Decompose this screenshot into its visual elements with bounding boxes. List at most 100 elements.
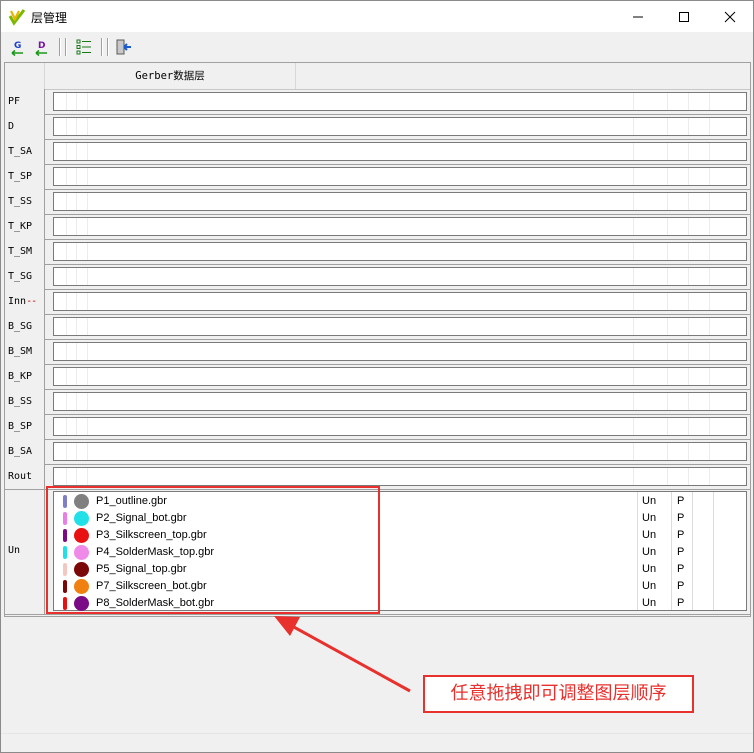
cell-divider	[76, 168, 77, 185]
minimize-icon	[633, 16, 643, 17]
layer-drop-cell[interactable]	[53, 442, 747, 461]
gerber-file-item[interactable]: P4_SolderMask_top.gbr Un P	[54, 544, 746, 561]
gerber-file-item[interactable]: P5_Signal_top.gbr Un P	[54, 561, 746, 578]
cell-divider	[76, 368, 77, 385]
layer-color-bar	[63, 597, 67, 610]
layer-row-label: D	[5, 114, 45, 139]
layer-drop-cell[interactable]	[53, 467, 747, 486]
cell-divider	[667, 443, 668, 460]
layer-row-label: T_SM	[5, 239, 45, 264]
cell-divider	[709, 368, 710, 385]
layer-name: B_KP	[8, 371, 33, 382]
cell-divider	[709, 118, 710, 135]
layer-row-label: B_SM	[5, 339, 45, 364]
layer-row-label: PF	[5, 89, 45, 114]
layer-drop-cell[interactable]	[53, 392, 747, 411]
cell-divider	[633, 93, 634, 110]
cell-divider	[667, 118, 668, 135]
grid-header: Gerber数据层	[5, 63, 750, 90]
cell-divider	[66, 168, 67, 185]
gerber-file-item[interactable]: P3_Silkscreen_top.gbr Un P	[54, 527, 746, 544]
cell-divider	[76, 468, 77, 485]
layer-row-label: Inn--	[5, 289, 45, 314]
header-corner	[5, 63, 45, 89]
layer-name: PF	[8, 96, 21, 107]
layer-name: T_KP	[8, 221, 33, 232]
cell-divider	[633, 118, 634, 135]
layer-drop-cell[interactable]	[53, 292, 747, 311]
cell-divider	[633, 343, 634, 360]
cell-divider	[66, 443, 67, 460]
cell-divider	[688, 443, 689, 460]
cell-divider	[66, 193, 67, 210]
layer-drop-cell[interactable]	[53, 192, 747, 211]
layer-row: T_KP	[5, 214, 750, 240]
layer-row-label: B_SA	[5, 439, 45, 464]
cell-divider	[709, 318, 710, 335]
file-flag: P	[677, 597, 685, 609]
g-layer-button[interactable]: G	[7, 36, 29, 58]
layer-drop-cell[interactable]	[53, 417, 747, 436]
layer-list-button[interactable]	[73, 36, 95, 58]
exit-button[interactable]	[113, 36, 135, 58]
cell-divider	[667, 318, 668, 335]
cell-divider	[667, 218, 668, 235]
layer-row: PF	[5, 89, 750, 115]
layer-name: B_SS	[8, 396, 33, 407]
layer-name: D	[8, 121, 15, 132]
layer-drop-cell[interactable]	[53, 92, 747, 111]
cell-divider	[688, 268, 689, 285]
layer-drop-cell[interactable]	[53, 317, 747, 336]
file-flag: P	[677, 563, 685, 575]
layer-drop-cell[interactable]	[53, 117, 747, 136]
svg-text:D: D	[38, 41, 45, 51]
layer-row: B_SG	[5, 314, 750, 340]
toolbar-separator	[107, 38, 109, 56]
cell-divider	[667, 268, 668, 285]
gerber-file-item[interactable]: P2_Signal_bot.gbr Un P	[54, 510, 746, 527]
layer-color-dot	[74, 528, 89, 543]
d-layer-button[interactable]: D	[31, 36, 53, 58]
cell-divider	[633, 168, 634, 185]
minimize-button[interactable]	[615, 1, 661, 32]
cell-divider	[87, 118, 88, 135]
cell-divider	[709, 268, 710, 285]
cell-divider	[87, 93, 88, 110]
layer-drop-cell[interactable]	[53, 267, 747, 286]
d-layer-icon: D	[35, 41, 47, 56]
cell-divider	[688, 118, 689, 135]
close-button[interactable]	[707, 1, 753, 32]
annotation-callout: 任意拖拽即可调整图层顺序	[423, 675, 694, 713]
title-bar[interactable]: 层管理	[1, 1, 753, 32]
layer-drop-cell[interactable]	[53, 342, 747, 361]
layer-drop-cell[interactable]	[53, 167, 747, 186]
gerber-file-item[interactable]: P7_Silkscreen_bot.gbr Un P	[54, 578, 746, 595]
layer-name: Rout	[8, 471, 33, 482]
gerber-column-header[interactable]: Gerber数据层	[45, 63, 296, 89]
cell-divider	[667, 468, 668, 485]
cell-divider	[709, 193, 710, 210]
file-type: Un	[642, 597, 657, 609]
file-name: P4_SolderMask_top.gbr	[96, 546, 215, 558]
layer-drop-cell[interactable]	[53, 217, 747, 236]
cell-divider	[688, 368, 689, 385]
layer-row: T_SS	[5, 189, 750, 215]
layer-row: D	[5, 114, 750, 140]
layer-drop-cell[interactable]	[53, 242, 747, 261]
layer-drop-cell[interactable]	[53, 367, 747, 386]
cell-divider	[87, 193, 88, 210]
cell-divider	[667, 293, 668, 310]
file-name: P1_outline.gbr	[96, 495, 167, 507]
file-type: Un	[642, 512, 657, 524]
cell-divider	[76, 343, 77, 360]
status-bar	[1, 733, 753, 752]
gerber-file-item[interactable]: P1_outline.gbr Un P	[54, 493, 746, 510]
layer-row-label: B_SP	[5, 414, 45, 439]
maximize-button[interactable]	[661, 1, 707, 32]
layer-drop-cell[interactable]	[53, 142, 747, 161]
exit-icon	[116, 39, 131, 55]
unassigned-file-list[interactable]: P1_outline.gbr Un P P2_Signal_bot.gbr Un P P3_…	[53, 491, 747, 611]
gerber-file-item[interactable]: P8_SolderMask_bot.gbr Un P	[54, 595, 746, 612]
toolbar: G D	[1, 32, 753, 62]
layer-color-bar	[63, 495, 67, 508]
